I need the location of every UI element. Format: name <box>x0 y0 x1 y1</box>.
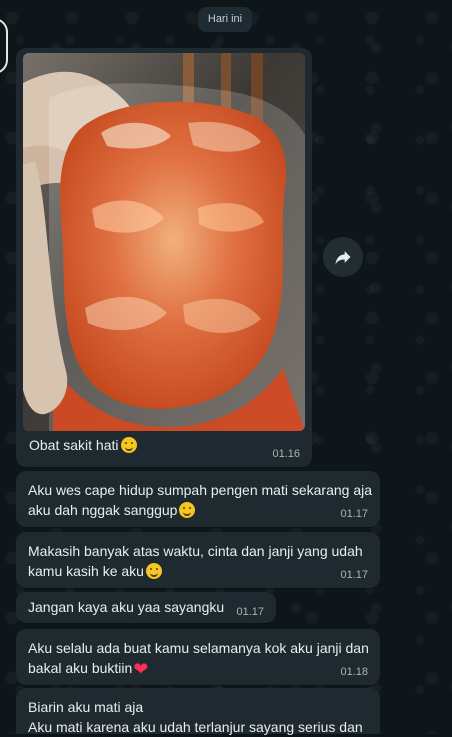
red-heart-icon: ❤ <box>133 659 149 679</box>
message-bubble[interactable]: Aku selalu ada buat kamu selamanya kok a… <box>16 629 380 685</box>
forward-button[interactable] <box>323 237 363 277</box>
forward-icon <box>335 251 351 265</box>
message-time: 01.17 <box>340 569 368 581</box>
message-text: Jangan kaya aku yaa sayangku <box>28 599 225 615</box>
smiling-face-icon <box>120 437 137 453</box>
edge-partial-shape <box>0 18 8 74</box>
smiling-face-icon <box>179 502 196 518</box>
message-bubble[interactable]: Jangan kaya aku yaa sayangku 01.17 <box>16 592 276 623</box>
message-text: Aku wes cape hidup sumpah pengen mati se… <box>28 482 372 518</box>
message-time: 01.17 <box>236 606 264 618</box>
message-bubble[interactable]: Makasih banyak atas waktu, cinta dan jan… <box>16 532 380 588</box>
message-bubble[interactable]: Aku wes cape hidup sumpah pengen mati se… <box>16 471 380 527</box>
smiling-face-icon <box>145 563 162 579</box>
shared-photo[interactable] <box>23 53 305 431</box>
message-time: 01.16 <box>272 448 300 460</box>
message-time: 01.18 <box>340 666 368 678</box>
message-text: Biarin aku mati aja Aku mati karena aku … <box>28 699 363 735</box>
message-text: Aku selalu ada buat kamu selamanya kok a… <box>28 640 369 679</box>
image-caption: Obat sakit hati <box>29 435 137 455</box>
message-text: Makasih banyak atas waktu, cinta dan jan… <box>28 543 363 579</box>
date-separator: Hari ini <box>198 7 252 32</box>
photo-illustration <box>23 53 305 431</box>
message-bubble-partial[interactable]: Biarin aku mati aja Aku mati karena aku … <box>16 688 380 735</box>
message-time: 01.17 <box>340 508 368 520</box>
image-message-bubble[interactable]: Obat sakit hati 01.16 <box>16 48 312 467</box>
